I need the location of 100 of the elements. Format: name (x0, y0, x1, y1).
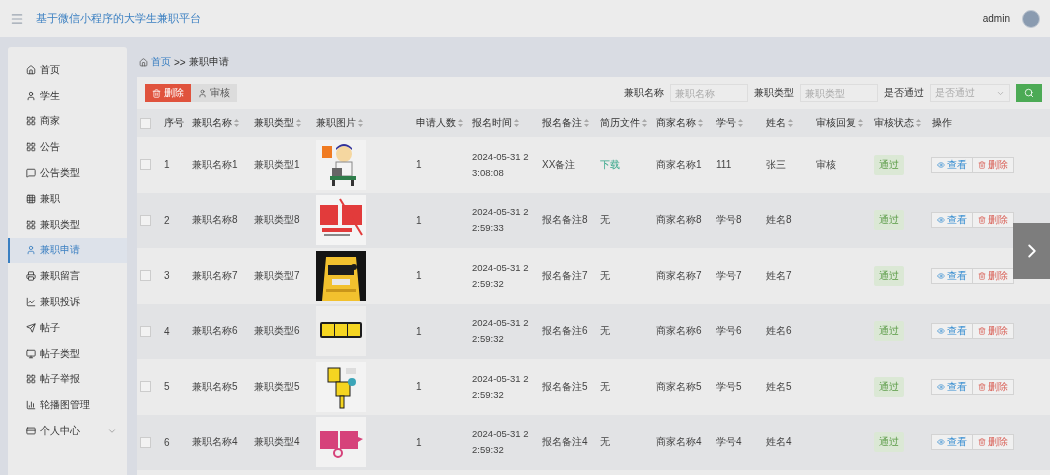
table-cell-text: 2024-05-31 22:59:32 (472, 316, 530, 347)
monitor-icon (26, 348, 36, 359)
grid-icon (26, 142, 36, 153)
table-cell-text: 2024-05-31 22:59:32 (472, 427, 530, 458)
avatar[interactable] (1022, 9, 1040, 28)
table-cell: 姓名8 (766, 214, 792, 226)
table-cell-text: 2024-05-31 23:08:08 (472, 149, 530, 180)
sidebar-label: 学生 (40, 88, 61, 103)
sort-icon[interactable] (738, 119, 743, 127)
sidebar-item[interactable]: 帖子类型 (8, 340, 127, 367)
table-cell: XX备注 (542, 158, 576, 170)
sidebar-item[interactable]: 商家 (8, 108, 127, 135)
sort-icon[interactable] (916, 119, 921, 127)
table-cell: 学号8 (716, 214, 742, 226)
sort-icon[interactable] (858, 119, 863, 127)
checkbox[interactable] (140, 117, 151, 129)
sort-icon[interactable] (234, 119, 239, 127)
sidebar-label: 兼职类型 (40, 217, 81, 232)
table-cell: 兼职名称4 (192, 436, 238, 448)
table-cell: 姓名7 (766, 269, 792, 281)
table-cell: 5 (164, 381, 170, 393)
sidebar-label: 帖子类型 (40, 346, 81, 361)
sidebar-item[interactable]: 个人中心 (8, 418, 127, 444)
status-tag: 通过 (874, 376, 904, 397)
sort-icon[interactable] (698, 119, 703, 127)
sidebar-item[interactable]: 公告类型 (8, 160, 127, 186)
chat-icon (26, 168, 36, 179)
sidebar-label: 商家 (40, 114, 61, 129)
table-cell: 商家名称1 (656, 158, 702, 170)
trash-icon (152, 88, 161, 98)
sidebar-item[interactable]: 兼职投诉 (8, 289, 127, 315)
checkbox[interactable] (140, 214, 151, 226)
sort-icon[interactable] (584, 119, 589, 127)
status-tag: 通过 (874, 265, 904, 286)
table-cell: 兼职名称5 (192, 380, 238, 392)
user-icon (26, 90, 36, 101)
checkbox[interactable] (140, 381, 151, 393)
checkbox[interactable] (140, 325, 151, 337)
sidebar-item[interactable]: 兼职类型 (8, 211, 127, 238)
trash-icon (978, 382, 986, 391)
sort-icon[interactable] (458, 119, 463, 127)
table-cell: 无 (600, 380, 610, 392)
table-cell: 6 (164, 436, 170, 448)
sidebar-item[interactable]: 兼职 (8, 186, 127, 212)
table-cell: 报名备注6 (542, 325, 588, 337)
table-cell: 兼职类型5 (254, 380, 300, 392)
sidebar-item[interactable]: 帖子举报 (8, 366, 127, 393)
table-cell: 无 (600, 269, 610, 281)
sidebar-label: 轮播图管理 (40, 398, 91, 413)
sidebar-item[interactable]: 公告 (8, 134, 127, 161)
sidebar-item[interactable]: 轮播图管理 (8, 392, 127, 419)
sidebar-item[interactable]: 首页 (8, 57, 127, 83)
table-cell: 兼职名称8 (192, 214, 238, 226)
delete-button[interactable]: 删除 (145, 84, 191, 102)
checkbox[interactable] (140, 436, 151, 448)
table-cell: 1 (416, 381, 422, 393)
home-icon (139, 57, 148, 67)
trash-icon (978, 327, 986, 336)
sidebar-label: 帖子举报 (40, 372, 81, 387)
eye-icon (937, 382, 945, 391)
checkbox[interactable] (140, 270, 151, 282)
table-cell: 姓名6 (766, 325, 792, 337)
sort-icon[interactable] (514, 119, 519, 127)
table-cell-text: 2024-05-31 22:59:32 (472, 371, 530, 402)
sidebar-label: 帖子 (40, 320, 61, 335)
sidebar-item[interactable]: 帖子 (8, 314, 127, 341)
table-cell: 姓名5 (766, 380, 792, 392)
review-button[interactable]: 审核 (191, 84, 237, 102)
table-cell: 报名备注7 (542, 269, 588, 281)
search-button[interactable] (1016, 84, 1042, 102)
status-tag: 通过 (874, 432, 904, 453)
table-cell: 1 (416, 159, 422, 171)
table-cell: 1 (416, 214, 422, 226)
table-cell: 张三 (766, 158, 786, 170)
sidebar-label: 公告 (40, 140, 61, 155)
checkbox[interactable] (140, 159, 151, 171)
sort-icon[interactable] (296, 119, 301, 127)
card-icon (26, 426, 36, 437)
sort-icon[interactable] (788, 119, 793, 127)
eye-icon (937, 271, 945, 280)
table-cell: 报名备注5 (542, 380, 588, 392)
sort-icon[interactable] (358, 119, 363, 127)
column-header: 序号 (164, 116, 184, 130)
sidebar-label: 公告类型 (40, 166, 81, 181)
table-cell: 学号6 (716, 325, 742, 337)
user-icon (26, 245, 36, 256)
trash-icon (978, 438, 986, 447)
menu-icon[interactable] (10, 11, 24, 26)
next-arrow-button[interactable] (1013, 223, 1050, 279)
table-cell: 学号7 (716, 269, 742, 281)
user-name: admin (982, 13, 1010, 24)
sidebar-item[interactable]: 学生 (8, 82, 127, 109)
sidebar-item[interactable]: 兼职留言 (8, 263, 127, 290)
table-cell: 兼职类型7 (254, 269, 300, 281)
bar-chart-icon (26, 400, 36, 411)
table-cell: 学号4 (716, 436, 742, 448)
table-cell: 1 (164, 159, 170, 171)
sort-icon[interactable] (642, 119, 647, 127)
status-tag: 通过 (874, 321, 904, 342)
table-cell: 兼职类型8 (254, 214, 300, 226)
